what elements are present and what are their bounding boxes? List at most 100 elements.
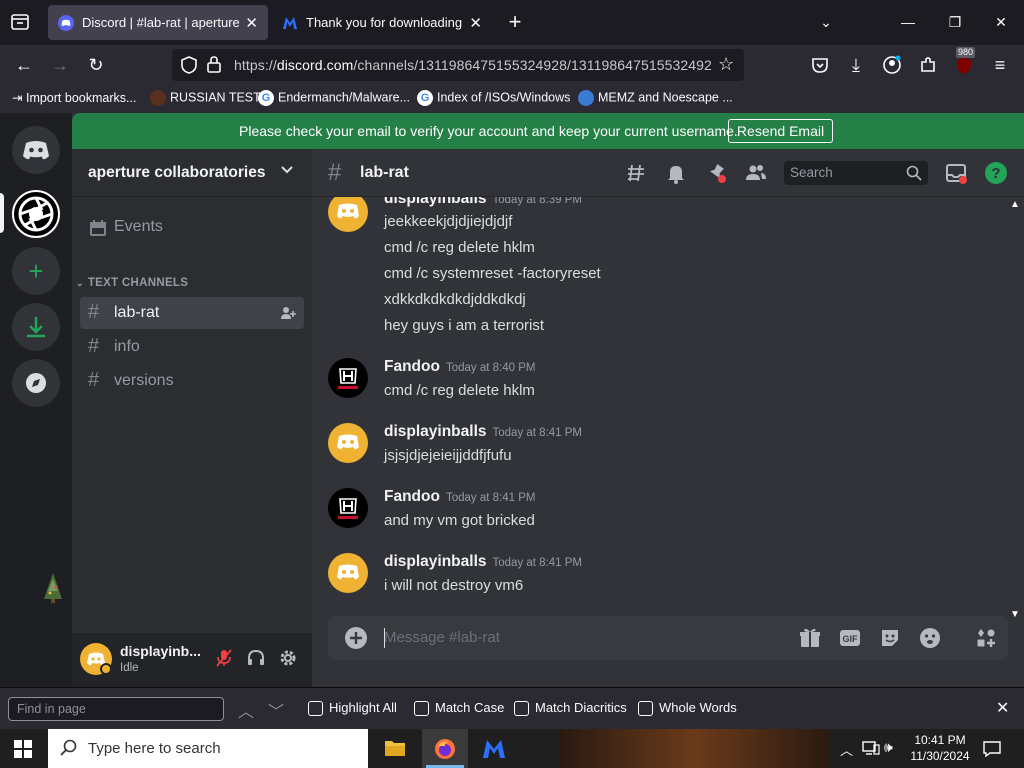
headphones-icon[interactable] (246, 648, 266, 673)
inbox-icon[interactable] (944, 161, 968, 185)
lock-icon[interactable] (207, 55, 221, 76)
channel-lab-rat[interactable]: # lab-rat (80, 297, 304, 329)
tab-malwarebytes[interactable]: Thank you for downloading Ma ✕ (272, 5, 492, 40)
bell-icon[interactable] (664, 161, 688, 185)
message-author[interactable]: displayinballs Today at 8:39 PM (384, 197, 582, 208)
ublock-extension-icon[interactable]: 980 (952, 47, 976, 77)
minimize-button[interactable]: — (894, 10, 922, 34)
avatar[interactable] (328, 488, 368, 528)
upload-plus-icon[interactable] (344, 626, 368, 650)
bookmark-memz[interactable]: MEMZ and Noescape ... (578, 90, 733, 108)
find-input[interactable]: Find in page (8, 697, 224, 721)
avatar[interactable] (328, 423, 368, 463)
back-button[interactable]: ← (12, 53, 36, 77)
message-author[interactable]: Fandoo Today at 8:41 PM (384, 488, 535, 506)
sticker-icon[interactable] (878, 626, 902, 650)
gear-icon[interactable] (278, 648, 298, 673)
taskbar-clock[interactable]: 10:41 PM 11/30/2024 (900, 732, 980, 764)
resend-email-button[interactable]: Resend Email (728, 119, 833, 143)
notifications-icon[interactable] (982, 739, 1002, 764)
user-status: Idle (120, 662, 139, 674)
close-find-bar-icon[interactable]: ✕ (996, 698, 1009, 718)
malwarebytes-icon[interactable] (482, 738, 506, 765)
avatar[interactable] (328, 197, 368, 232)
reload-button[interactable]: ↻ (84, 53, 108, 77)
message-text: cmd /c reg delete hklm (384, 382, 535, 399)
gif-icon[interactable]: GIF (838, 626, 862, 650)
match-diacritics-checkbox[interactable]: Match Diacritics (514, 700, 627, 717)
tab-list-icon[interactable] (8, 11, 32, 33)
username: displayinb... (120, 643, 201, 659)
create-invite-icon[interactable] (280, 305, 296, 326)
taskbar-search-input[interactable]: Type here to search (48, 729, 368, 768)
mute-microphone-icon[interactable] (214, 648, 234, 673)
download-apps-button[interactable] (12, 303, 60, 351)
taskbar-firefox-active[interactable] (422, 729, 468, 768)
close-window-button[interactable]: ✕ (987, 10, 1015, 34)
member-list-icon[interactable] (744, 161, 768, 185)
avatar[interactable] (328, 358, 368, 398)
message-list: displayinballs Today at 8:39 PM jeekkeekj… (312, 197, 1012, 603)
server-aperture-icon[interactable] (12, 190, 60, 238)
guild-header[interactable]: aperture collaboratories (72, 149, 312, 197)
message-author[interactable]: displayinballs Today at 8:41 PM (384, 423, 582, 441)
account-icon[interactable] (880, 53, 904, 77)
channel-info[interactable]: # info (80, 331, 304, 363)
message-text: jeekkeekjdjdjiejdjdjf (384, 213, 513, 230)
list-all-tabs-icon[interactable]: ⌄ (812, 10, 840, 34)
downloads-icon[interactable]: ⤓ (844, 53, 868, 77)
events-item[interactable]: Events (80, 211, 304, 243)
volume-icon[interactable]: 🕪 (884, 739, 893, 756)
explore-servers-button[interactable] (12, 359, 60, 407)
threads-icon[interactable] (624, 161, 648, 185)
highlight-all-checkbox[interactable]: Highlight All (308, 700, 397, 717)
whole-words-checkbox[interactable]: Whole Words (638, 700, 737, 717)
avatar[interactable] (328, 553, 368, 593)
scroll-up-arrow-icon[interactable]: ▲ (1010, 199, 1020, 210)
pin-icon[interactable] (704, 161, 728, 185)
extensions-icon[interactable] (916, 53, 940, 77)
scroll-down-arrow-icon[interactable]: ▼ (1010, 609, 1020, 620)
tracking-protection-icon[interactable] (180, 55, 198, 78)
bookmarks-toolbar: ⇥ Import bookmarks... RUSSIAN TEST G Ende… (0, 85, 1024, 113)
category-text-channels[interactable]: ⌄ TEXT CHANNELS (76, 277, 188, 289)
url-text[interactable]: https://discord.com/channels/13119864751… (234, 57, 712, 73)
message-timestamp: Today at 8:41 PM (492, 427, 583, 439)
find-previous-icon[interactable]: ︿ (238, 698, 254, 722)
new-tab-button[interactable]: + (504, 10, 526, 34)
emoji-icon[interactable] (918, 626, 942, 650)
add-server-button[interactable]: + (12, 247, 60, 295)
direct-messages-button[interactable] (12, 126, 60, 174)
show-hidden-icons-icon[interactable]: ︿ (840, 740, 853, 759)
bookmark-russian-test[interactable]: RUSSIAN TEST (150, 90, 261, 108)
avatar[interactable] (80, 643, 112, 675)
network-icon[interactable] (862, 740, 880, 761)
message-author[interactable]: displayinballs Today at 8:41 PM (384, 553, 582, 571)
find-next-icon[interactable]: ﹀ (268, 698, 284, 722)
file-explorer-icon[interactable] (384, 738, 406, 763)
message-author[interactable]: Fandoo Today at 8:40 PM (384, 358, 535, 376)
bookmark-import[interactable]: ⇥ Import bookmarks... (12, 90, 136, 108)
forward-button[interactable]: → (48, 53, 72, 77)
apps-icon[interactable] (974, 626, 998, 650)
menu-icon[interactable]: ≡ (988, 53, 1012, 77)
help-icon[interactable]: ? (984, 161, 1008, 185)
match-case-checkbox[interactable]: Match Case (414, 700, 504, 717)
tab-discord[interactable]: Discord | #lab-rat | aperture colla ✕ (48, 5, 268, 40)
bookmark-endermanch[interactable]: G Endermanch/Malware... (258, 90, 410, 108)
bookmark-star-icon[interactable]: ☆ (718, 54, 734, 75)
bookmark-favicon-icon (150, 90, 166, 106)
message-input[interactable]: Message #lab-rat (384, 629, 500, 646)
bookmark-isos[interactable]: G Index of /ISOs/Windows (417, 90, 570, 108)
url-bar[interactable]: https://discord.com/channels/13119864751… (172, 49, 744, 81)
tab-close-icon[interactable]: ✕ (469, 14, 482, 32)
tab-close-icon[interactable]: ✕ (245, 14, 258, 32)
channel-versions[interactable]: # versions (80, 365, 304, 397)
restore-button[interactable]: ❐ (941, 10, 969, 34)
google-icon: G (417, 90, 433, 106)
gift-icon[interactable] (798, 626, 822, 650)
message-composer[interactable]: Message #lab-rat GIF (328, 616, 1008, 660)
pocket-icon[interactable] (808, 53, 832, 77)
windows-start-icon[interactable] (14, 740, 32, 763)
search-input[interactable]: Search (784, 161, 928, 185)
